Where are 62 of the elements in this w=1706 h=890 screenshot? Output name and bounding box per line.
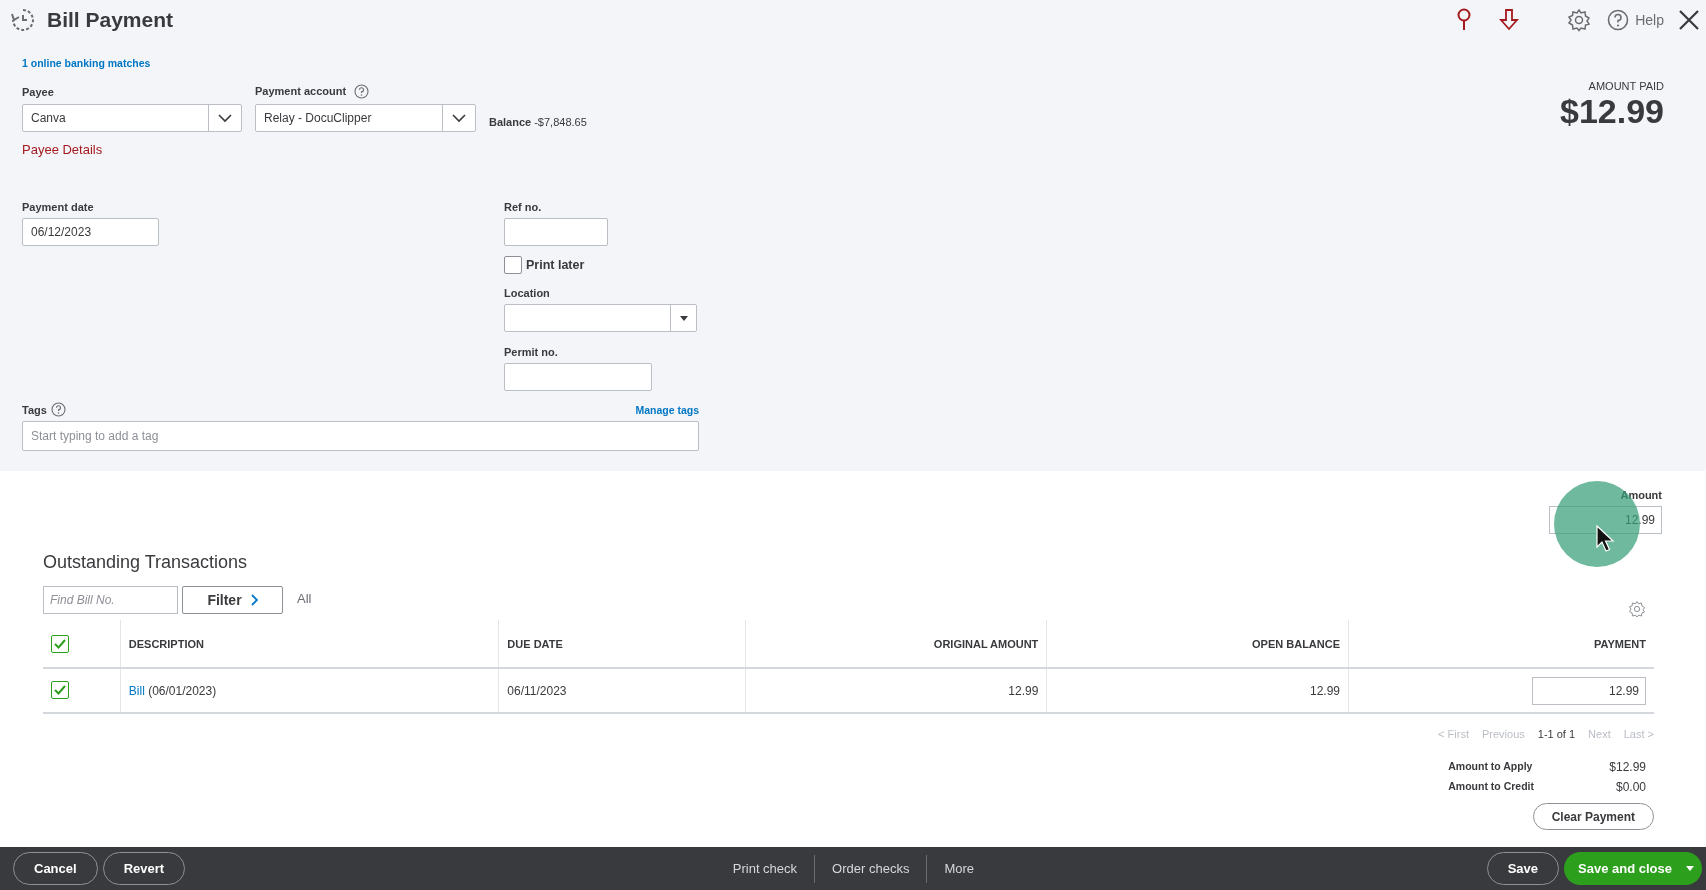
filter-button[interactable]: Filter: [182, 586, 283, 614]
bill-link[interactable]: Bill: [128, 683, 145, 698]
table-cell: 12.99: [1310, 683, 1341, 698]
bill-search-field[interactable]: Find Bill No.: [43, 586, 178, 614]
tags-label: Tags: [22, 403, 47, 416]
balance-value: -$7,848.65: [534, 116, 587, 129]
help-icon[interactable]: [354, 84, 370, 100]
column-header: PAYMENT: [1594, 637, 1646, 650]
history-icon[interactable]: [10, 7, 36, 33]
permit-no-field[interactable]: [504, 363, 652, 392]
manage-tags-link[interactable]: Manage tags: [635, 403, 699, 416]
payee-details-link[interactable]: Payee Details: [22, 142, 103, 158]
banking-matches-link[interactable]: 1 online banking matches: [22, 57, 151, 69]
filter-value: All: [297, 590, 312, 606]
settings-icon[interactable]: [1628, 600, 1646, 618]
summary-label: Amount to Apply: [1448, 760, 1534, 774]
payment-date-label: Payment date: [22, 201, 95, 214]
ref-no-field[interactable]: [504, 218, 608, 247]
tags-field[interactable]: Start typing to add a tag: [22, 421, 699, 452]
ref-no-label: Ref no.: [504, 201, 543, 214]
summary-value: $0.00: [1614, 780, 1646, 794]
help-icon[interactable]: [1607, 9, 1630, 31]
summary-value: $12.99: [1608, 760, 1646, 774]
close-icon[interactable]: [1678, 9, 1700, 31]
column-header: DESCRIPTION: [128, 637, 204, 650]
payment-account-dropdown[interactable]: Relay - DocuClipper: [255, 104, 476, 133]
balance-label: Balance: [489, 116, 532, 129]
footer-link[interactable]: Order checks: [815, 861, 927, 876]
dropdown-arrow-icon: [679, 315, 688, 321]
print-later-label: Print later: [526, 258, 585, 273]
download-arrow-icon[interactable]: [1499, 8, 1520, 32]
footer-link[interactable]: More: [927, 861, 991, 876]
clear-payment-button[interactable]: Clear Payment: [1532, 803, 1654, 830]
section-title: Outstanding Transactions: [43, 552, 248, 573]
column-header: DUE DATE: [507, 637, 563, 650]
payment-account-label: Payment account: [255, 85, 347, 97]
column-header: ORIGINAL AMOUNT: [933, 637, 1039, 650]
summary-label: Amount to Credit: [1448, 780, 1534, 794]
cursor-icon: [1596, 525, 1616, 553]
checkbox[interactable]: [504, 256, 522, 275]
location-label: Location: [504, 287, 551, 300]
help-icon[interactable]: [50, 402, 66, 418]
checkbox[interactable]: [51, 681, 69, 699]
settings-icon[interactable]: [1567, 8, 1592, 32]
payment-field[interactable]: 12.99: [1532, 676, 1646, 705]
amount-paid-label: AMOUNT PAID: [1588, 80, 1664, 92]
permit-no-label: Permit no.: [504, 346, 559, 359]
page-title: Bill Payment: [47, 8, 174, 32]
checkbox[interactable]: [51, 634, 69, 653]
payee-dropdown[interactable]: Canva: [22, 104, 242, 133]
dropdown-arrow-icon: [1686, 866, 1694, 871]
footer-link[interactable]: Print check: [715, 861, 815, 876]
table-cell: 06/11/2023: [507, 683, 567, 698]
table-cell: 12.99: [1008, 683, 1039, 698]
amount-paid-value: $12.99: [1560, 92, 1664, 130]
column-header: OPEN BALANCE: [1252, 637, 1341, 650]
help-link[interactable]: Help: [1635, 12, 1664, 28]
chevron-right-icon: [249, 594, 258, 606]
payee-label: Payee: [22, 86, 54, 99]
payment-date-field[interactable]: 06/12/2023: [22, 218, 159, 247]
page-range: 1-1 of 1: [1537, 728, 1576, 740]
bill-date: (06/01/2023): [148, 683, 217, 698]
